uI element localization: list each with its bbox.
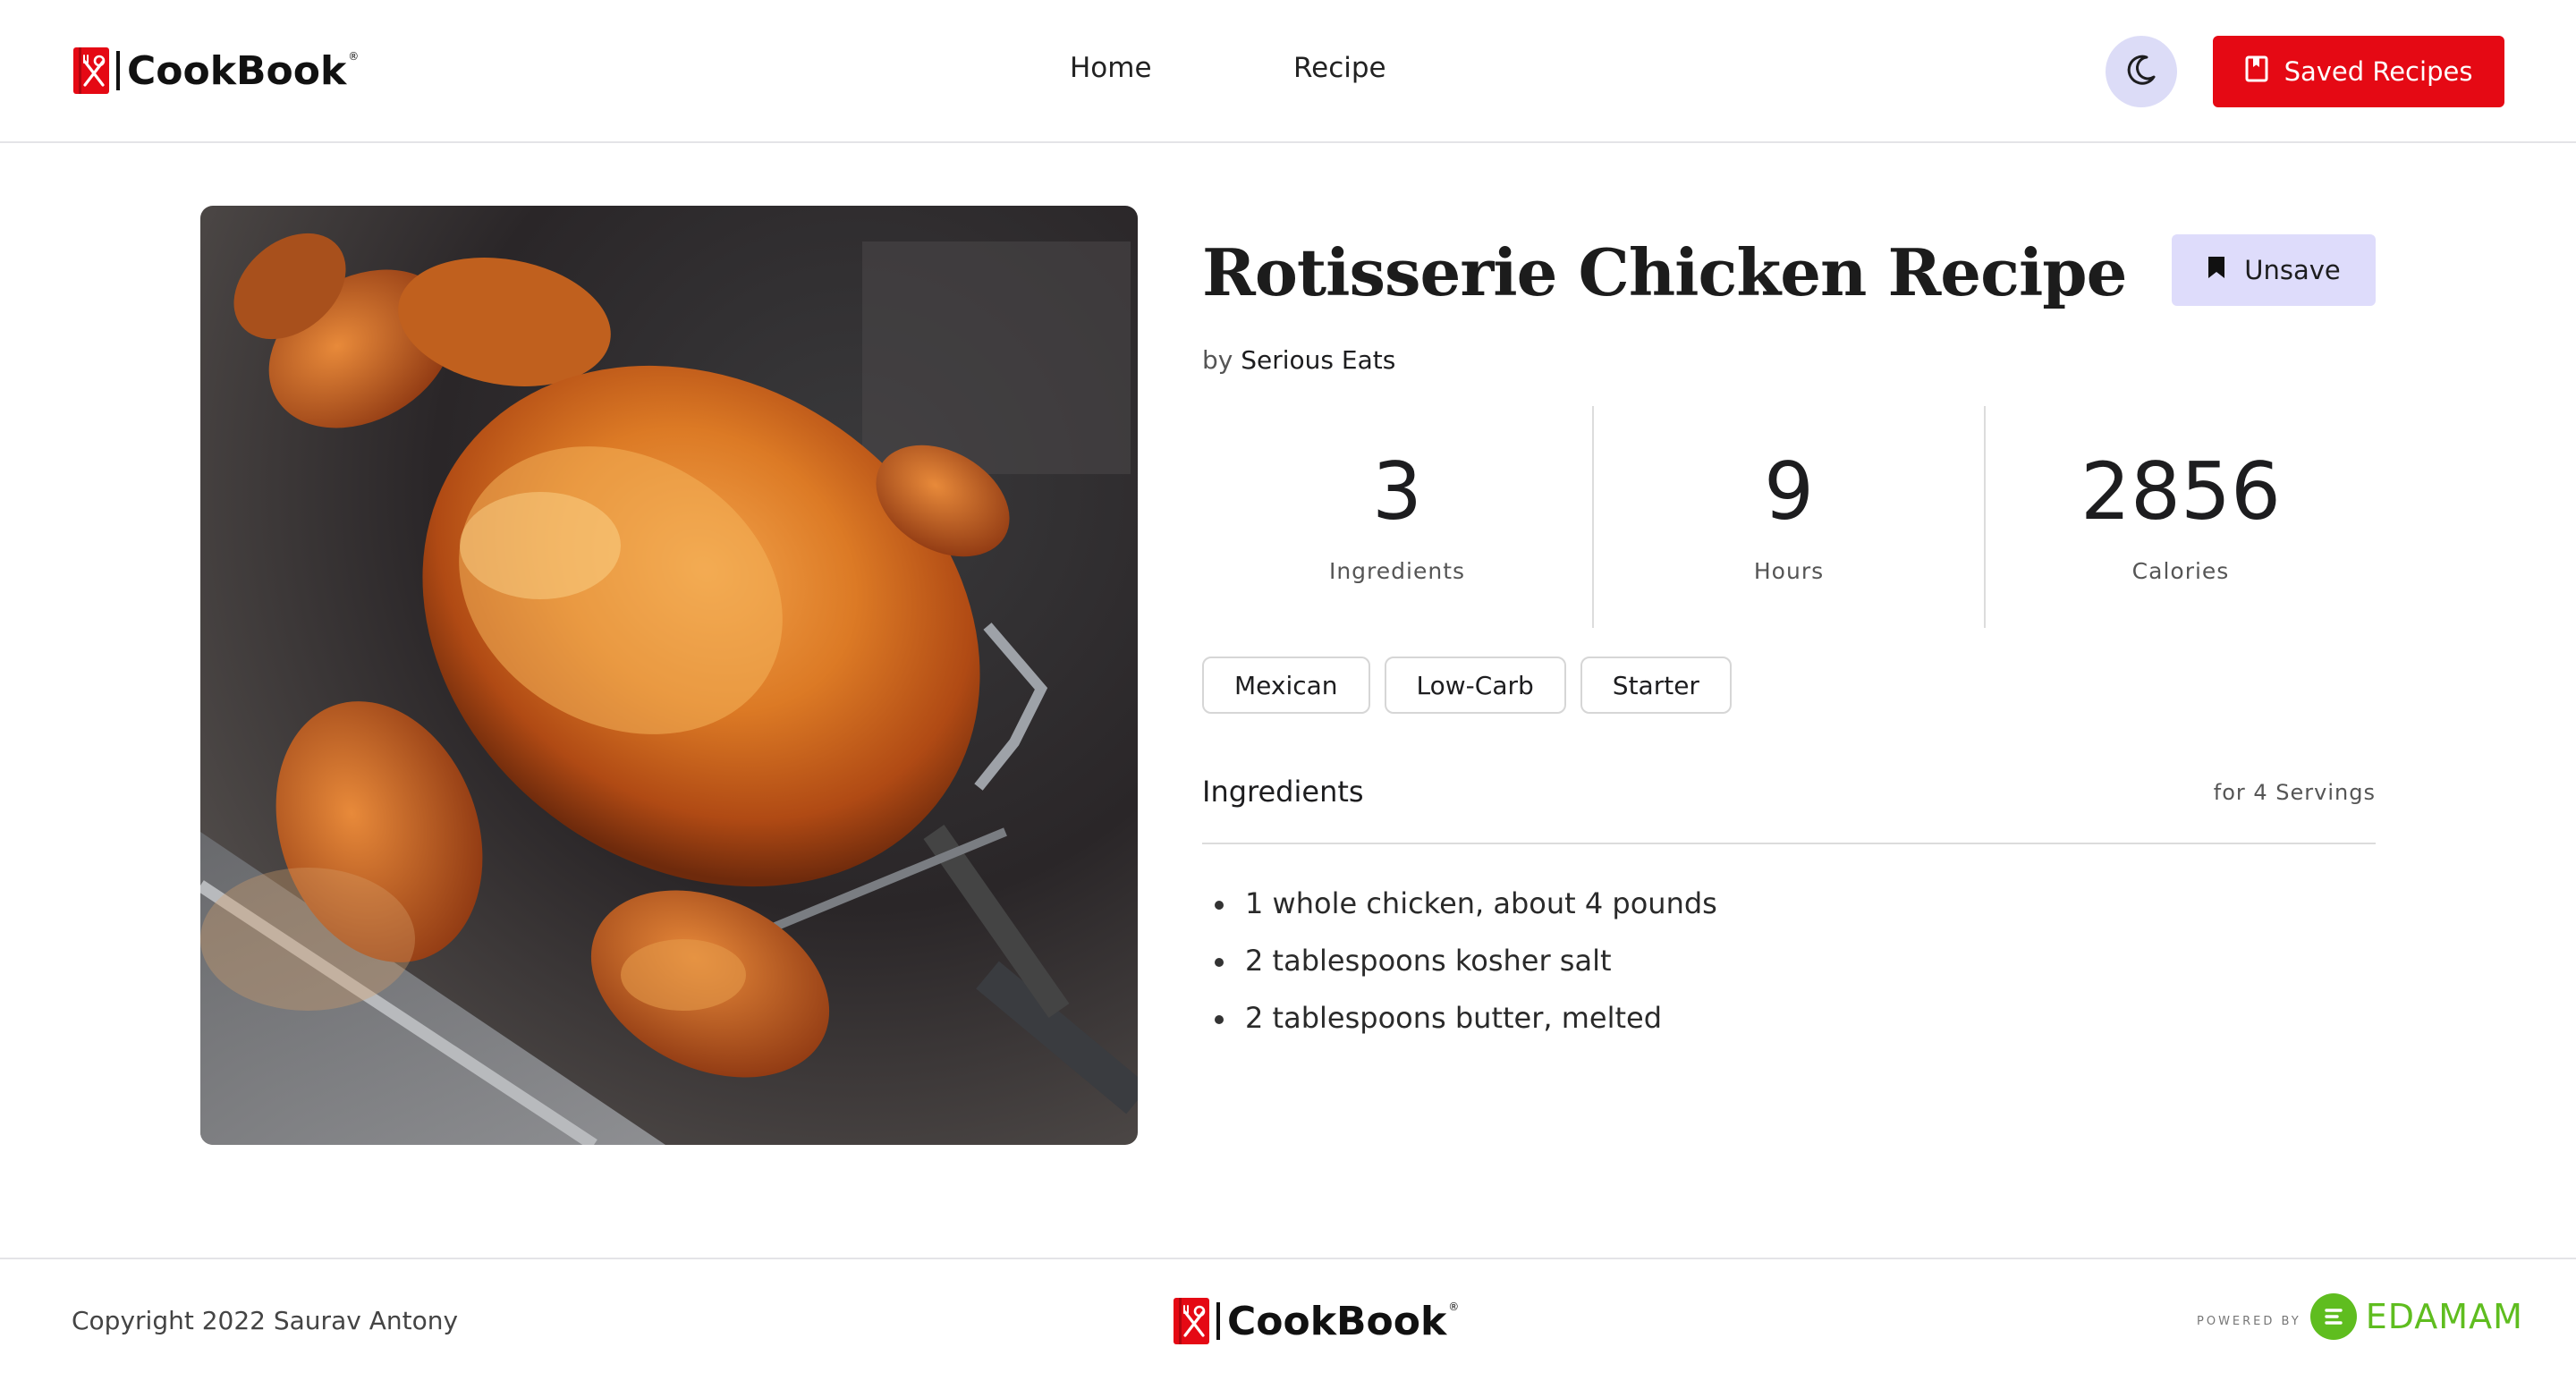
stat-value: 3 xyxy=(1372,445,1422,538)
stat-calories: 2856 Calories xyxy=(1986,406,2376,628)
recipe-tags: Mexican Low-Carb Starter xyxy=(1202,657,1732,714)
book-icon xyxy=(2245,55,2268,89)
page-footer: Copyright 2022 Saurav Antony CookBook ® P… xyxy=(0,1258,2576,1381)
ingredients-header: Ingredients for 4 Servings xyxy=(1202,769,2376,844)
unsave-label: Unsave xyxy=(2244,255,2341,285)
theme-toggle-button[interactable] xyxy=(2106,36,2177,107)
edamam-wordmark: EDAMAM xyxy=(2365,1297,2523,1336)
moon-icon xyxy=(2123,52,2159,91)
powered-by-label: POWERED BY xyxy=(2197,1314,2301,1328)
stat-value: 2856 xyxy=(2080,445,2281,538)
powered-by-edamam[interactable]: POWERED BY EDAMAM xyxy=(2197,1293,2523,1340)
edamam-icon xyxy=(2309,1293,2357,1340)
tag-chip[interactable]: Mexican xyxy=(1202,657,1370,714)
unsave-button[interactable]: Unsave xyxy=(2172,234,2376,306)
ingredient-item: 2 tablespoons kosher salt xyxy=(1202,932,1717,989)
recipe-stats: 3 Ingredients 9 Hours 2856 Calories xyxy=(1202,406,2376,628)
stat-label: Calories xyxy=(2131,558,2230,584)
bookmark-icon xyxy=(2207,255,2226,286)
tag-chip[interactable]: Low-Carb xyxy=(1384,657,1566,714)
nav-recipe-link[interactable]: Recipe xyxy=(1293,52,1386,84)
logo-wordmark: CookBook ® xyxy=(1227,1298,1460,1344)
stat-hours: 9 Hours xyxy=(1594,406,1986,628)
stat-label: Ingredients xyxy=(1328,558,1466,584)
recipe-byline: by Serious Eats xyxy=(1202,345,1395,375)
nav-home-link[interactable]: Home xyxy=(1070,52,1152,84)
cookbook-logo-icon xyxy=(72,46,111,96)
stat-value: 9 xyxy=(1764,445,1814,538)
stat-label: Hours xyxy=(1753,558,1825,584)
logo-divider xyxy=(1216,1302,1220,1340)
recipe-image xyxy=(200,206,1138,1145)
copyright-text: Copyright 2022 Saurav Antony xyxy=(72,1306,459,1335)
recipe-author: Serious Eats xyxy=(1241,345,1396,375)
logo-wordmark: CookBook ® xyxy=(127,47,360,94)
recipe-title: Rotisserie Chicken Recipe xyxy=(1202,234,2127,310)
saved-recipes-button[interactable]: Saved Recipes xyxy=(2213,36,2504,107)
cookbook-logo-icon xyxy=(1172,1296,1211,1346)
byline-prefix: by xyxy=(1202,345,1233,375)
footer-cookbook-logo[interactable]: CookBook ® xyxy=(1172,1296,1460,1346)
tag-chip[interactable]: Starter xyxy=(1580,657,1732,714)
cookbook-logo[interactable]: CookBook ® xyxy=(72,45,360,97)
ingredients-heading: Ingredients xyxy=(1202,775,1364,809)
ingredient-item: 1 whole chicken, about 4 pounds xyxy=(1202,875,1717,932)
stat-ingredients: 3 Ingredients xyxy=(1202,406,1594,628)
ingredient-item: 2 tablespoons butter, melted xyxy=(1202,989,1717,1046)
servings-label: for 4 Servings xyxy=(2213,780,2376,805)
ingredients-list: 1 whole chicken, about 4 pounds 2 tables… xyxy=(1202,875,1717,1046)
saved-recipes-label: Saved Recipes xyxy=(2284,56,2473,87)
top-navbar: CookBook ® Home Recipe Saved Recipes xyxy=(0,0,2576,143)
logo-divider xyxy=(116,51,120,90)
